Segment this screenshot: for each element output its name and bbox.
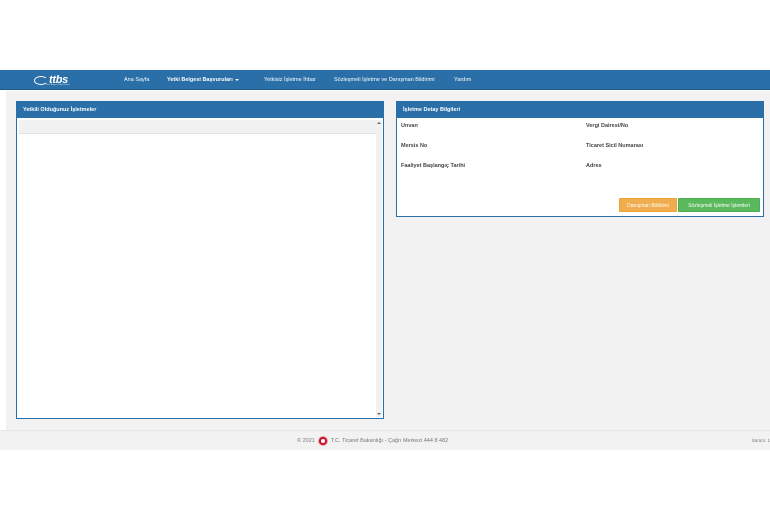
- top-navbar: ttbs Yetki Belgesi Takip Sistemi Ana Say…: [0, 70, 770, 90]
- sozlesmeli-isletme-islemleri-button[interactable]: Sözleşmeli İşletme İşlemleri: [678, 198, 760, 212]
- ministry-emblem-icon: [317, 436, 328, 446]
- version-text: Sürüm: 1: [751, 438, 770, 443]
- isletme-detay-panel: İşletme Detay Bilgileri Unvan Vergi Dair…: [396, 101, 764, 217]
- isletme-list[interactable]: [19, 120, 376, 417]
- scroll-down-icon[interactable]: [377, 413, 381, 415]
- nav-item-yardim[interactable]: Yardım: [454, 70, 471, 90]
- footer-text: © 2021 T.C. Ticaret Bakanlığı - Çağrı Me…: [297, 431, 448, 451]
- list-item[interactable]: [19, 120, 376, 134]
- copyright-text: © 2021: [297, 438, 315, 444]
- danisman-bildirimi-button[interactable]: Danışman Bildirimi: [619, 198, 677, 212]
- panel-title: Yetkili Olduğunuz İşletmeler: [17, 102, 383, 118]
- adres-label: Adres: [586, 163, 602, 169]
- panel-title: İşletme Detay Bilgileri: [397, 102, 763, 118]
- yetkili-isletmeler-panel: Yetkili Olduğunuz İşletmeler: [16, 101, 384, 419]
- unvan-label: Unvan: [401, 123, 418, 129]
- nav-item-yetki-belgesi-basvurulari[interactable]: Yetki Belgesi Başvuruları: [167, 70, 239, 90]
- vergi-dairesi-label: Vergi Dairesi/No: [586, 123, 629, 129]
- nav-item-sozlesmeli-isletme[interactable]: Sözleşmeli İşletme ve Danışman Bildirimi: [334, 70, 435, 90]
- mersis-no-label: Mersis No: [401, 143, 428, 149]
- footer: © 2021 T.C. Ticaret Bakanlığı - Çağrı Me…: [0, 430, 770, 450]
- nav-item-label: Yetki Belgesi Başvuruları: [167, 77, 233, 83]
- nav-item-yetkisiz-isletme-ihbar[interactable]: Yetkisiz İşletme İhbar: [264, 70, 316, 90]
- ttbs-logo[interactable]: ttbs Yetki Belgesi Takip Sistemi: [34, 73, 70, 87]
- ticaret-sicil-label: Ticaret Sicil Numarası: [586, 143, 644, 149]
- ministry-text: T.C. Ticaret Bakanlığı - Çağrı Merkezi 4…: [330, 438, 449, 444]
- scroll-up-icon[interactable]: [377, 122, 381, 124]
- logo-subtitle: Yetki Belgesi Takip Sistemi: [46, 84, 70, 86]
- faaliyet-baslangic-label: Faaliyet Başlangıç Tarihi: [401, 163, 466, 169]
- nav-item-ana-sayfa[interactable]: Ana Sayfa: [124, 70, 149, 90]
- list-scrollbar[interactable]: [376, 120, 382, 417]
- caret-down-icon: [234, 78, 239, 81]
